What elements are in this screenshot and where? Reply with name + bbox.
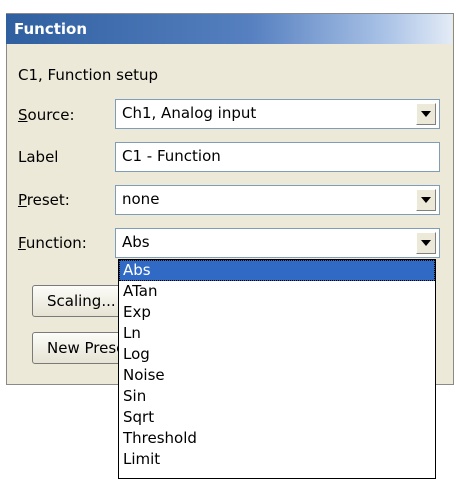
- function-select[interactable]: Abs: [115, 228, 440, 258]
- list-item-abs[interactable]: Abs: [119, 260, 435, 281]
- list-item-sin[interactable]: Sin: [119, 386, 435, 407]
- list-item-noise[interactable]: Noise: [119, 365, 435, 386]
- label-value: C1 - Function: [122, 147, 221, 165]
- window-title: Function: [14, 20, 88, 38]
- list-item-ln[interactable]: Ln: [119, 323, 435, 344]
- function-dropdown-list[interactable]: Abs ATan Exp Ln Log Noise Sin Sqrt Thres…: [118, 259, 436, 479]
- source-label-rest: ource:: [27, 106, 75, 124]
- source-select[interactable]: Ch1, Analog input: [115, 99, 440, 129]
- function-value: Abs: [122, 233, 150, 251]
- scaling-button-label: Scaling...: [47, 292, 116, 310]
- label-label: Label: [18, 148, 59, 166]
- list-item-atan[interactable]: ATan: [119, 281, 435, 302]
- list-item-log[interactable]: Log: [119, 344, 435, 365]
- source-label: Source:: [18, 106, 75, 124]
- chevron-down-icon: [421, 240, 431, 246]
- function-label: Function:: [18, 234, 87, 252]
- section-heading: C1, Function setup: [18, 66, 159, 84]
- list-item-threshold[interactable]: Threshold: [119, 428, 435, 449]
- preset-dropdown-button[interactable]: [416, 189, 436, 211]
- list-item-limit[interactable]: Limit: [119, 449, 435, 470]
- preset-select[interactable]: none: [115, 185, 440, 215]
- list-item-exp[interactable]: Exp: [119, 302, 435, 323]
- chevron-down-icon: [421, 111, 431, 117]
- source-dropdown-button[interactable]: [416, 103, 436, 125]
- list-item-sqrt[interactable]: Sqrt: [119, 407, 435, 428]
- preset-label: Preset:: [18, 191, 70, 209]
- title-bar: Function: [6, 14, 452, 44]
- source-value: Ch1, Analog input: [122, 104, 257, 122]
- label-input[interactable]: C1 - Function: [115, 142, 440, 172]
- function-dropdown-button[interactable]: [416, 232, 436, 254]
- preset-value: none: [122, 190, 160, 208]
- chevron-down-icon: [421, 197, 431, 203]
